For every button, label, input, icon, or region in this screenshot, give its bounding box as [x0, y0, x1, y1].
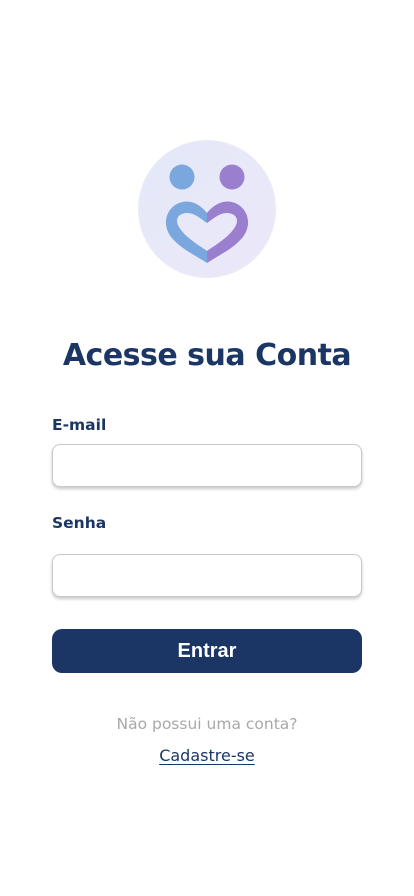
- password-field[interactable]: [52, 554, 362, 597]
- signup-link-wrap: Cadastre-se: [0, 745, 414, 767]
- page-title: Acesse sua Conta: [62, 338, 352, 373]
- email-label: E-mail: [52, 416, 107, 434]
- app-logo: [139, 141, 275, 277]
- login-button[interactable]: Entrar: [52, 629, 362, 673]
- password-label: Senha: [52, 514, 107, 532]
- no-account-text: Não possui uma conta?: [116, 715, 298, 733]
- signup-link[interactable]: Cadastre-se: [159, 746, 255, 765]
- email-field[interactable]: [52, 444, 362, 487]
- two-people-heart-icon: [165, 164, 249, 263]
